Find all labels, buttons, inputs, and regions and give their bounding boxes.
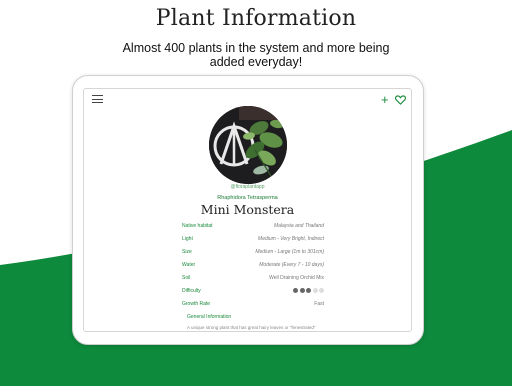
attribute-value: Well Draining Orchid Mix [269, 275, 324, 281]
general-info-title: General Information [187, 314, 232, 320]
menu-icon[interactable] [92, 95, 103, 104]
attribute-value: Medium - Large (1m to 301cm) [255, 249, 324, 255]
attribute-label: Soil [182, 275, 191, 281]
tablet-device: + @floraplantapp Rhaphidora Tetrasperma … [72, 75, 424, 345]
attribute-value: Malaysia and Thailand [273, 223, 324, 229]
attribute-row-growth-rate: Growth Rate Fast [182, 301, 324, 309]
scientific-name: Rhaphidora Tetrasperma [217, 195, 278, 201]
attribute-value: Fast [314, 301, 324, 307]
app-screen: + @floraplantapp Rhaphidora Tetrasperma … [83, 88, 412, 332]
hero-title: Plant Information [155, 6, 357, 31]
attribute-row-water: Water Moderate (Every 7 - 10 days) [182, 262, 324, 270]
rating-dot-empty [319, 288, 324, 293]
attribute-row-soil: Soil Well Draining Orchid Mix [182, 275, 324, 283]
rating-dot-filled [306, 288, 311, 293]
difficulty-rating [292, 288, 324, 295]
hero-subtitle: Almost 400 plants in the system and more… [122, 41, 390, 69]
attribute-label: Growth Rate [182, 301, 211, 307]
rating-dot-filled [299, 288, 305, 293]
attribute-row-difficulty: Difficulty [182, 288, 324, 296]
rating-dot-filled [293, 288, 298, 293]
plus-icon[interactable]: + [381, 93, 389, 106]
general-info-text: A unique strong plant that has great hai… [187, 325, 316, 330]
attribute-label: Size [182, 249, 192, 255]
common-name: Mini Monstera [200, 202, 295, 217]
attribute-row-light: Light Medium - Very Bright, Indirect [182, 236, 324, 244]
rating-dot-empty [312, 288, 318, 293]
heart-icon[interactable] [395, 95, 406, 105]
plant-handle: @floraplantapp [230, 184, 265, 190]
attribute-value: Moderate (Every 7 - 10 days) [259, 262, 324, 268]
attribute-label: Difficulty [182, 288, 201, 294]
attribute-label: Light [182, 236, 193, 242]
attribute-label: Water [182, 262, 196, 268]
attribute-row-native-habitat: Native habitat Malaysia and Thailand [182, 223, 324, 231]
attribute-label: Native habitat [182, 223, 213, 229]
plant-avatar [209, 106, 287, 184]
attribute-row-size: Size Medium - Large (1m to 301cm) [182, 249, 324, 257]
attribute-value: Medium - Very Bright, Indirect [258, 236, 324, 242]
